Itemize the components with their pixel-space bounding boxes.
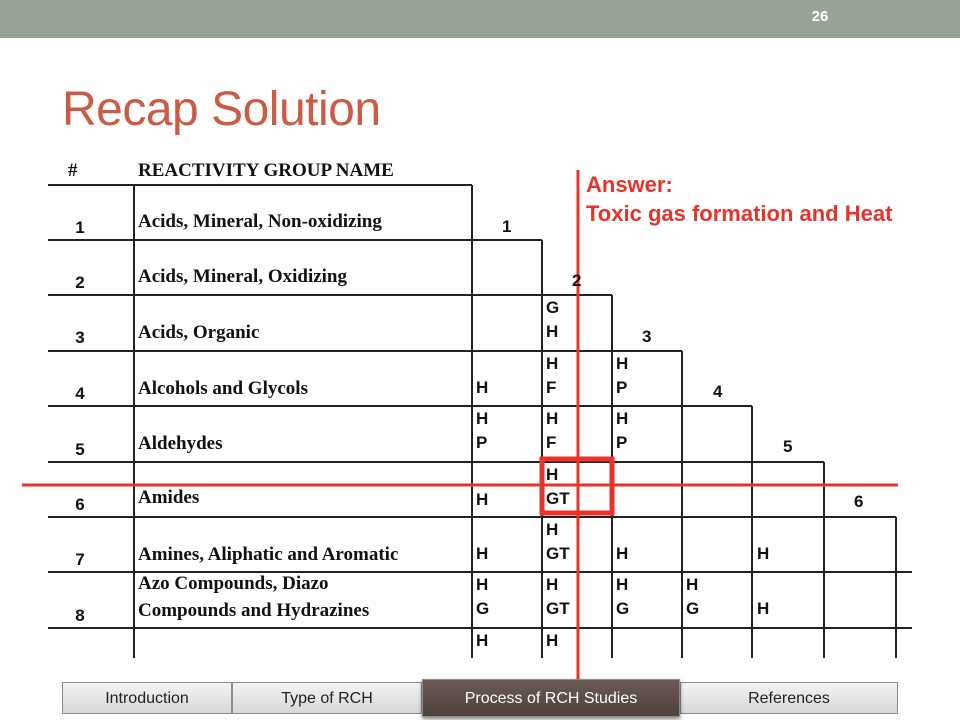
row-num: 4 bbox=[75, 384, 85, 403]
matrix-cell: H bbox=[476, 631, 489, 650]
row-name-line2: Compounds and Hydrazines bbox=[138, 600, 370, 621]
header-num: # bbox=[68, 160, 78, 181]
diagonal-label: 3 bbox=[642, 327, 652, 346]
row-num: 5 bbox=[75, 440, 85, 459]
matrix-cell: H GT bbox=[546, 520, 570, 563]
row-num: 3 bbox=[75, 328, 85, 347]
matrix-cell: H bbox=[757, 599, 770, 618]
nav-tab-process-of-rch-studies[interactable]: Process of RCH Studies bbox=[422, 679, 680, 717]
nav-tab-references[interactable]: References bbox=[680, 682, 898, 714]
row-name: Amines, Aliphatic and Aromatic bbox=[138, 544, 399, 565]
matrix-cell: H bbox=[476, 378, 489, 397]
matrix-cell: G H bbox=[546, 298, 560, 341]
reactivity-table: # REACTIVITY GROUP NAME 1 Acids, Mineral… bbox=[0, 0, 960, 720]
matrix-cell: H G bbox=[476, 575, 490, 618]
row-name: Acids, Mineral, Oxidizing bbox=[138, 266, 347, 287]
matrix-cell: H bbox=[476, 490, 489, 509]
header-group-name: REACTIVITY GROUP NAME bbox=[138, 160, 394, 181]
matrix-cell: H bbox=[476, 544, 489, 563]
diagonal-label: 4 bbox=[713, 382, 723, 401]
matrix-cell: H G bbox=[686, 575, 700, 618]
row-name: Acids, Organic bbox=[138, 322, 260, 343]
answer-label: Answer: bbox=[586, 172, 673, 197]
matrix-cell: H F bbox=[546, 354, 559, 397]
row-name: Alcohols and Glycols bbox=[138, 378, 308, 399]
row-num: 7 bbox=[75, 550, 85, 569]
matrix-cell: H GT bbox=[546, 575, 570, 618]
row-name: Amides bbox=[138, 487, 200, 508]
matrix-cell: H bbox=[546, 631, 559, 650]
row-num: 6 bbox=[75, 495, 85, 514]
nav-tab-type-of-rch[interactable]: Type of RCH bbox=[232, 682, 422, 714]
diagonal-label: 1 bbox=[502, 217, 512, 236]
row-num: 8 bbox=[75, 606, 85, 625]
matrix-cell: H bbox=[757, 544, 770, 563]
matrix-cell: H F bbox=[546, 409, 559, 452]
matrix-cell: H P bbox=[616, 354, 629, 397]
row-name: Aldehydes bbox=[138, 433, 223, 454]
answer-annotation: Answer: Toxic gas formation and Heat bbox=[586, 170, 892, 228]
diagonal-label: 2 bbox=[572, 271, 582, 290]
matrix-cell: H P bbox=[616, 409, 629, 452]
answer-text: Toxic gas formation and Heat bbox=[586, 201, 893, 226]
matrix-cell: H G bbox=[616, 575, 630, 618]
matrix-cell: H bbox=[616, 544, 629, 563]
diagonal-label: 6 bbox=[854, 492, 864, 511]
matrix-cell: H P bbox=[476, 409, 489, 452]
nav-tab-introduction[interactable]: Introduction bbox=[62, 682, 232, 714]
row-name-line1: Azo Compounds, Diazo bbox=[138, 573, 329, 594]
section-nav-bar: Introduction Type of RCH References Proc… bbox=[62, 679, 898, 717]
row-name: Acids, Mineral, Non-oxidizing bbox=[138, 211, 382, 232]
diagonal-label: 5 bbox=[783, 437, 793, 456]
row-num: 1 bbox=[75, 218, 85, 237]
row-num: 2 bbox=[75, 273, 85, 292]
matrix-cell-answer: H GT bbox=[546, 465, 570, 508]
